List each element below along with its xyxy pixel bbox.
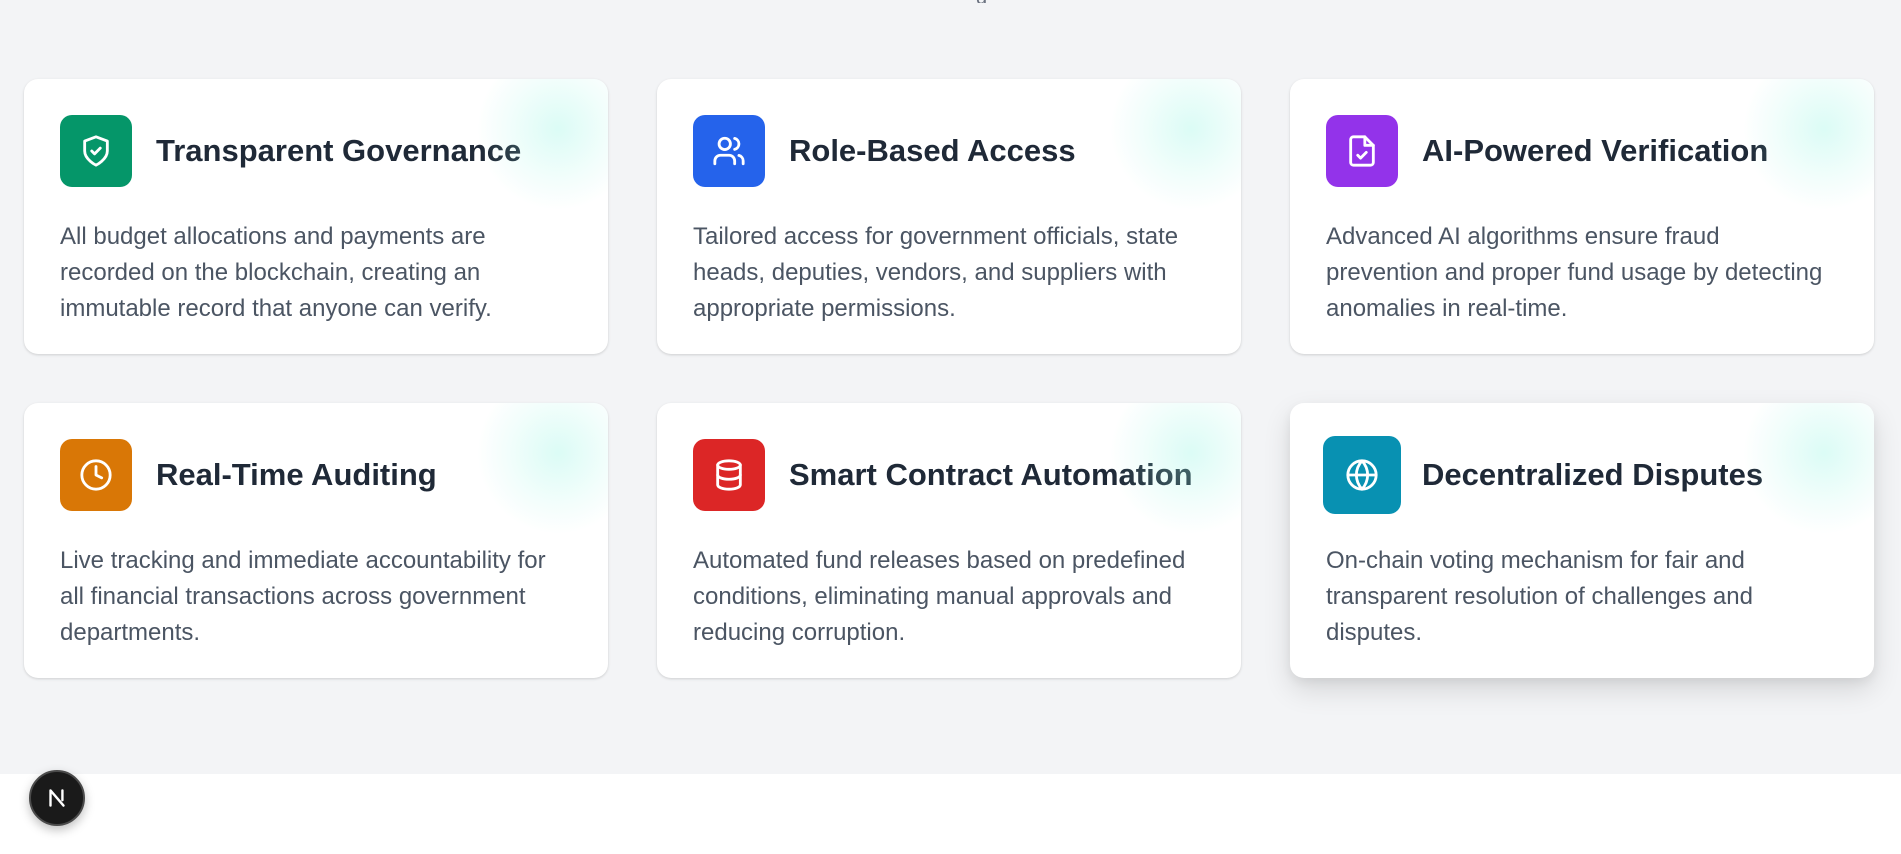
nextjs-logo-icon	[49, 789, 65, 807]
feature-description: Live tracking and immediate accountabili…	[60, 547, 546, 646]
section-heading-fragment: g	[976, 0, 990, 3]
feature-description: All budget allocations and payments are …	[60, 223, 492, 322]
nextjs-dev-indicator-button[interactable]	[29, 770, 85, 826]
feature-description: On-chain voting mechanism for fair and t…	[1326, 547, 1753, 646]
users-icon	[693, 115, 765, 187]
clock-icon	[60, 439, 132, 511]
shield-check-icon	[60, 115, 132, 187]
feature-title: Transparent Governance	[156, 133, 522, 168]
feature-card-real-time-auditing: Real-Time Auditing Live tracking and imm…	[24, 403, 608, 678]
feature-card-decentralized-disputes: Decentralized Disputes On-chain voting m…	[1290, 403, 1874, 678]
feature-title: Real-Time Auditing	[156, 457, 437, 492]
feature-card-ai-powered-verification: AI-Powered Verification Advanced AI algo…	[1290, 79, 1874, 354]
feature-description: Advanced AI algorithms ensure fraud prev…	[1326, 223, 1823, 322]
globe-icon	[1323, 436, 1401, 514]
feature-description: Automated fund releases based on predefi…	[693, 547, 1186, 646]
feature-card-transparent-governance: Transparent Governance All budget alloca…	[24, 79, 608, 354]
feature-title: Decentralized Disputes	[1422, 457, 1764, 492]
database-icon	[693, 439, 765, 511]
file-check-icon	[1326, 115, 1398, 187]
features-grid: Transparent Governance All budget alloca…	[24, 79, 1874, 678]
features-section: g Transparent Governance All budget allo…	[0, 0, 1901, 774]
feature-card-smart-contract-automation: Smart Contract Automation Automated fund…	[657, 403, 1241, 678]
feature-description: Tailored access for government officials…	[693, 223, 1179, 322]
feature-title: Smart Contract Automation	[789, 457, 1193, 492]
feature-title: AI-Powered Verification	[1422, 133, 1769, 168]
feature-title: Role-Based Access	[789, 133, 1076, 168]
feature-card-role-based-access: Role-Based Access Tailored access for go…	[657, 79, 1241, 354]
